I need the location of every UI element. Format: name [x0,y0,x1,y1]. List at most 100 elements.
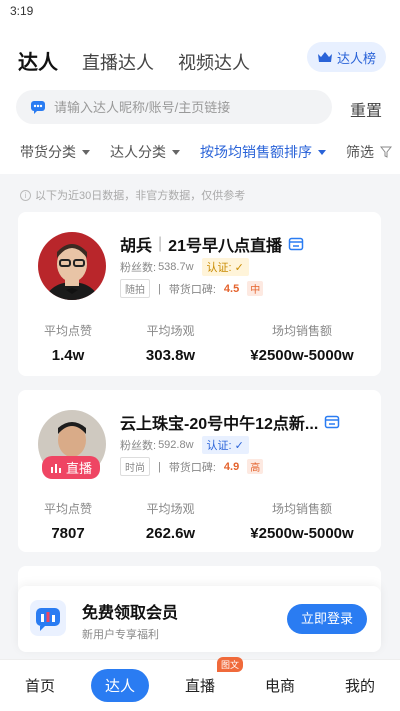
verify-badge: 认证: ✓ [201,436,249,454]
caret-down-icon [318,149,326,155]
stat-value: 262.6w [145,525,196,542]
stat-label: 平均场观 [146,324,195,338]
talent-name-row: 胡兵 | 21号早八点直播 [120,232,304,256]
app-logo-icon [30,600,66,636]
reputation-score: 4.9 [223,460,240,473]
stat-label: 平均点赞 [43,324,92,338]
promo-banner: 免费领取会员 新用户专享福利 立即登录 [18,586,381,652]
category-tag: 时尚 [120,457,150,476]
bottom-nav: 首页 达人 直播 图文 电商 我的 [0,657,400,711]
talent-rank-button[interactable]: 达人榜 [306,42,386,72]
shop-icon[interactable] [288,237,304,251]
filter-sort-label: 按场均销售额排序 [200,144,312,160]
live-badge-label: 直播 [66,461,93,476]
filter-bar: 带货分类 达人分类 按场均销售额排序 筛选 [20,142,392,162]
search-row: 重置 [16,90,384,124]
tab-talent[interactable]: 达人 [18,46,58,75]
search-input[interactable] [54,99,314,115]
data-notice: i 以下为近30日数据，非官方数据，仅供参考 [20,187,245,203]
verify-label: 认证: [206,440,232,452]
notice-text: 以下为近30日数据，非官方数据，仅供参考 [35,190,246,202]
stat-value: 1.4w [51,347,85,364]
stat-avg-views: 平均场观 303.8w [118,322,223,364]
fans-count: 592.8w [158,439,194,451]
search-box[interactable] [16,90,332,124]
live-bars-icon [51,463,61,473]
stat-avg-likes: 平均点赞 1.4w [18,322,118,364]
stat-label: 场均销售额 [271,502,332,516]
stat-avg-likes: 平均点赞 7807 [18,500,118,542]
filter-button-label: 筛选 [346,144,374,160]
reset-button[interactable]: 重置 [350,97,382,121]
tag-separator: | [158,460,161,473]
talent-card[interactable]: 直播 云上珠宝-20号中午12点新... 粉丝数: 592.8w 认证: ✓ 时… [18,390,381,552]
stat-avg-views: 平均场观 262.6w [118,500,223,542]
nav-ecommerce[interactable]: 电商 [251,669,309,702]
tag-separator: | [158,282,161,295]
talent-subtitle: 21号早八点直播 [168,238,282,255]
nav-home[interactable]: 首页 [11,669,69,702]
fans-row: 粉丝数: 592.8w 认证: ✓ [120,436,249,454]
filter-button[interactable]: 筛选 [346,142,392,162]
category-tag: 随拍 [120,279,150,298]
reputation-label: 带货口碑: [168,283,216,296]
shop-icon[interactable] [324,415,340,429]
verify-label: 认证: [206,262,232,274]
promo-subtitle: 新用户专享福利 [82,629,159,641]
stats-row: 平均点赞 1.4w 平均场观 303.8w 场均销售额 ¥2500w-5000w [18,322,381,364]
tag-row: 时尚 | 带货口碑: 4.9 高 [120,457,264,476]
reputation-label: 带货口碑: [168,461,216,474]
stat-value: ¥2500w-5000w [250,347,354,364]
filter-goods-category[interactable]: 带货分类 [20,142,90,162]
fans-count: 538.7w [158,261,194,273]
reputation-level: 高 [247,459,264,474]
status-time: 3:19 [10,4,34,18]
promo-title: 免费领取会员 [82,605,179,622]
stat-avg-sales: 场均销售额 ¥2500w-5000w [223,322,381,364]
stat-value: ¥2500w-5000w [250,525,354,542]
reputation-level: 中 [247,281,264,296]
crown-icon [317,52,332,62]
caret-down-icon [82,149,90,155]
nav-live-badge: 图文 [216,657,243,672]
talent-name: 云上珠宝-20号中午12点新... [120,416,319,433]
verify-check-icon: ✓ [234,262,244,274]
nav-me[interactable]: 我的 [331,669,389,702]
tag-row: 随拍 | 带货口碑: 4.5 中 [120,279,264,298]
talent-card[interactable]: 胡兵 | 21号早八点直播 粉丝数: 538.7w 认证: ✓ 随拍 | 带货口… [18,212,381,376]
fans-label: 粉丝数: [120,262,157,274]
top-tabs: 达人 直播达人 视频达人 [18,46,250,75]
caret-down-icon [172,149,180,155]
tab-video-talent[interactable]: 视频达人 [178,49,250,75]
talent-name: 胡兵 [120,238,153,255]
login-button[interactable]: 立即登录 [286,604,367,634]
filter-goods-category-label: 带货分类 [20,144,76,160]
verify-check-icon: ✓ [234,440,244,452]
filter-talent-category[interactable]: 达人分类 [110,142,180,162]
stat-label: 平均点赞 [43,502,92,516]
stat-value: 303.8w [145,347,196,364]
status-bar: 3:19 [0,0,400,24]
verify-badge: 认证: ✓ [201,258,249,276]
header-area: 达人 直播达人 视频达人 达人榜 重置 带货分类 达人分类 按 [0,24,400,174]
filter-talent-category-label: 达人分类 [110,144,166,160]
nav-talent[interactable]: 达人 [90,669,149,702]
stat-value: 7807 [51,525,85,542]
tab-live-talent[interactable]: 直播达人 [82,49,154,75]
stat-label: 平均场观 [146,502,195,516]
fans-label: 粉丝数: [120,440,157,452]
name-separator: | [158,235,163,252]
funnel-icon [380,146,392,158]
stats-row: 平均点赞 7807 平均场观 262.6w 场均销售额 ¥2500w-5000w [18,500,381,542]
filter-sort[interactable]: 按场均销售额排序 [200,142,326,162]
reputation-score: 4.5 [223,282,240,295]
live-badge[interactable]: 直播 [42,456,101,479]
avatar [38,232,106,300]
chat-icon [31,101,45,114]
talent-name-row: 云上珠宝-20号中午12点新... [120,410,340,434]
rank-button-label: 达人榜 [336,50,376,66]
nav-live[interactable]: 直播 图文 [171,657,243,702]
fans-row: 粉丝数: 538.7w 认证: ✓ [120,258,249,276]
stat-label: 场均销售额 [271,324,332,338]
stat-avg-sales: 场均销售额 ¥2500w-5000w [223,500,381,542]
